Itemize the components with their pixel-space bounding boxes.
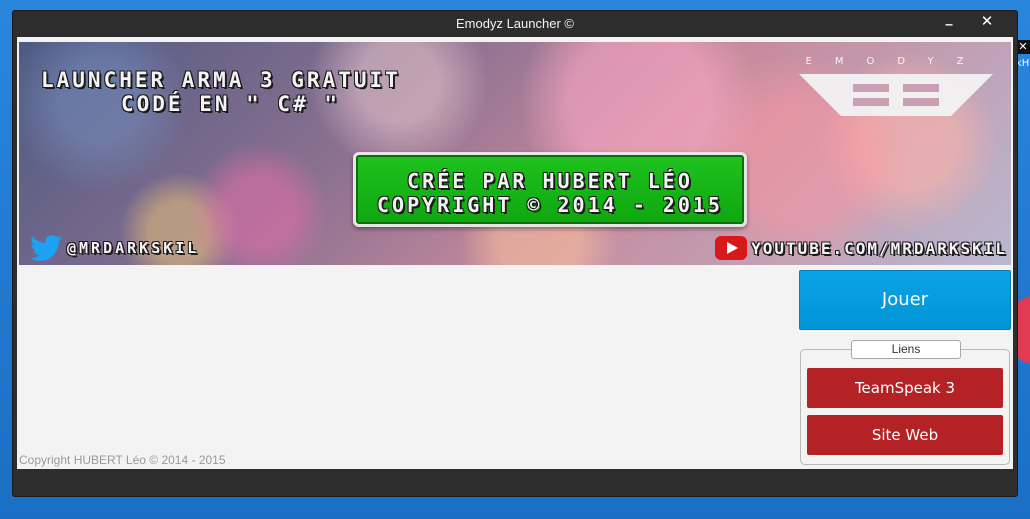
logo-letters: EMODYZ <box>805 56 987 67</box>
minimize-button[interactable]: _ <box>933 11 965 33</box>
twitter-icon <box>30 235 62 261</box>
emodyz-logo: EMODYZ <box>791 54 1001 124</box>
credit-box: CRÉE PAR HUBERT LÉO COPYRIGHT © 2014 - 2… <box>353 152 747 227</box>
desktop-partial-label: kH <box>1016 58 1030 69</box>
logo-icon <box>799 74 993 116</box>
youtube-icon <box>715 236 748 260</box>
close-button[interactable]: ✕ <box>965 11 1009 33</box>
twitter-link[interactable]: @MRDARKSKIL <box>29 234 199 262</box>
header-banner: LAUNCHER ARMA 3 GRATUIT CODÉ EN " C# " E… <box>19 42 1011 265</box>
twitter-handle: @MRDARKSKIL <box>67 239 200 257</box>
teamspeak-button[interactable]: TeamSpeak 3 <box>807 368 1003 408</box>
banner-title: LAUNCHER ARMA 3 GRATUIT <box>41 68 401 92</box>
close-icon: ✕ <box>1016 40 1030 54</box>
banner-subtitle: CODÉ EN " C# " <box>121 92 341 116</box>
website-button[interactable]: Site Web <box>807 415 1003 455</box>
launcher-window: Emodyz Launcher © _ ✕ LAUNCHER ARMA 3 GR… <box>13 11 1017 496</box>
play-button[interactable]: Jouer <box>799 270 1011 330</box>
window-client-area: LAUNCHER ARMA 3 GRATUIT CODÉ EN " C# " E… <box>17 37 1013 469</box>
credit-author: CRÉE PAR HUBERT LÉO <box>407 169 693 193</box>
links-groupbox: Liens TeamSpeak 3 Site Web <box>800 340 1010 465</box>
window-title: Emodyz Launcher © <box>456 16 574 31</box>
footer-copyright: Copyright HUBERT Léo © 2014 - 2015 <box>19 453 226 467</box>
youtube-url: YOUTUBE.COM/MRDARKSKIL <box>751 238 1007 258</box>
youtube-link[interactable]: YOUTUBE.COM/MRDARKSKIL <box>715 236 1007 260</box>
title-bar[interactable]: Emodyz Launcher © _ ✕ <box>13 11 1017 37</box>
credit-copyright: COPYRIGHT © 2014 - 2015 <box>377 193 723 217</box>
desktop-partial-icon[interactable]: ✕ kH <box>1016 40 1030 80</box>
window-controls: _ ✕ <box>933 11 1009 33</box>
links-legend: Liens <box>851 340 961 359</box>
